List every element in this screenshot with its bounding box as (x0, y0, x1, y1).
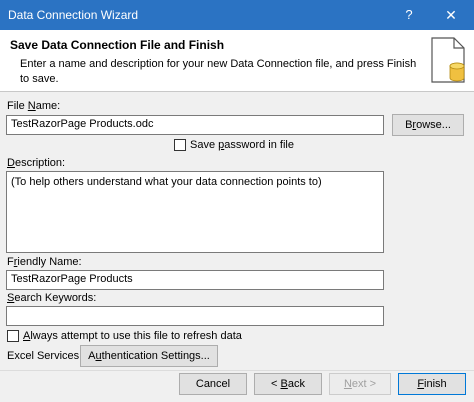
description-label: Description: (7, 157, 66, 169)
search-keywords-label: Search Keywords: (7, 292, 97, 304)
browse-button[interactable]: Browse... (392, 114, 464, 136)
search-keywords-input[interactable] (6, 306, 384, 326)
finish-button[interactable]: Finish (398, 373, 466, 395)
friendly-name-label: Friendly Name: (7, 256, 82, 268)
help-button[interactable]: ? (392, 0, 426, 30)
wizard-header: Save Data Connection File and Finish Ent… (0, 30, 474, 92)
friendly-name-input[interactable]: TestRazorPage Products (6, 270, 384, 290)
footer-divider (0, 370, 474, 371)
authentication-settings-button[interactable]: Authentication Settings... (80, 345, 218, 367)
window-title: Data Connection Wizard (8, 8, 139, 22)
save-password-checkbox[interactable] (174, 139, 186, 151)
close-button[interactable]: ✕ (428, 0, 474, 30)
always-refresh-checkbox[interactable] (7, 330, 19, 342)
save-password-label: Save password in file (190, 139, 294, 151)
page-title: Save Data Connection File and Finish (10, 38, 225, 52)
data-connection-file-icon (431, 37, 465, 83)
file-name-input[interactable]: TestRazorPage Products.odc (6, 115, 384, 135)
next-button[interactable]: Next > (329, 373, 391, 395)
file-name-label: File Name: (7, 100, 61, 112)
description-textarea[interactable]: (To help others understand what your dat… (6, 171, 384, 253)
title-bar: Data Connection Wizard ? ✕ (0, 0, 474, 30)
back-button[interactable]: < Back (254, 373, 322, 395)
page-description: Enter a name and description for your ne… (20, 58, 417, 85)
always-refresh-label: Always attempt to use this file to refre… (23, 330, 242, 342)
cancel-button[interactable]: Cancel (179, 373, 247, 395)
excel-services-label: Excel Services: (7, 350, 83, 362)
